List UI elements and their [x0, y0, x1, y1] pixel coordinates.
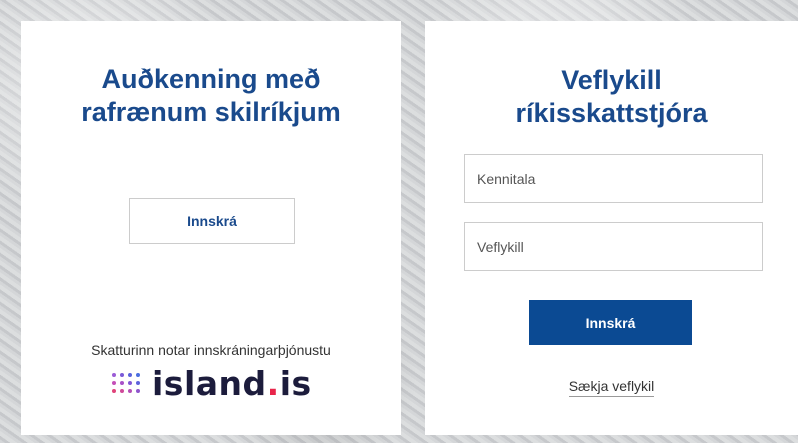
- island-is-logo-text: island.is: [152, 364, 312, 403]
- logo-dot: [136, 381, 140, 385]
- web-key-title-line2: ríkisskattstjóra: [515, 98, 708, 128]
- electronic-id-login-panel: Auðkenning með rafrænum skilríkjum Innsk…: [21, 21, 401, 435]
- logo-dot: [136, 389, 140, 393]
- electronic-id-title: Auðkenning með rafrænum skilríkjum: [21, 63, 401, 129]
- logo-dot: [128, 389, 132, 393]
- logo-dot: [112, 381, 116, 385]
- logo-dot: [112, 373, 116, 377]
- logo-dot: [120, 389, 124, 393]
- web-key-title: Veflykill ríkisskattstjóra: [425, 64, 798, 130]
- logo-dot: [112, 389, 116, 393]
- logo-text-suffix: is: [279, 363, 312, 403]
- veflykill-input[interactable]: [464, 222, 763, 271]
- fetch-web-key-link-row: Sækja veflykil: [425, 378, 798, 397]
- electronic-id-login-button[interactable]: Innskrá: [129, 198, 295, 244]
- logo-text-dot: .: [266, 363, 280, 403]
- fetch-web-key-link[interactable]: Sækja veflykil: [568, 378, 655, 397]
- island-is-logo-icon: [112, 373, 140, 393]
- logo-dot: [128, 373, 132, 377]
- logo-dot: [120, 373, 124, 377]
- kennitala-input[interactable]: [464, 154, 763, 203]
- web-key-title-line1: Veflykill: [561, 65, 662, 95]
- electronic-id-title-line1: Auðkenning með: [101, 64, 321, 94]
- island-is-logo: island.is: [112, 363, 312, 403]
- logo-dot: [128, 381, 132, 385]
- logo-dot: [120, 381, 124, 385]
- logo-text-main: island: [152, 363, 267, 403]
- electronic-id-title-line2: rafrænum skilríkjum: [81, 97, 341, 127]
- login-provider-text: Skatturinn notar innskráningarþjónustu: [91, 342, 331, 358]
- web-key-login-button[interactable]: Innskrá: [529, 300, 692, 345]
- web-key-login-panel: Veflykill ríkisskattstjóra Innskrá Sækja…: [425, 21, 798, 435]
- logo-dot: [136, 373, 140, 377]
